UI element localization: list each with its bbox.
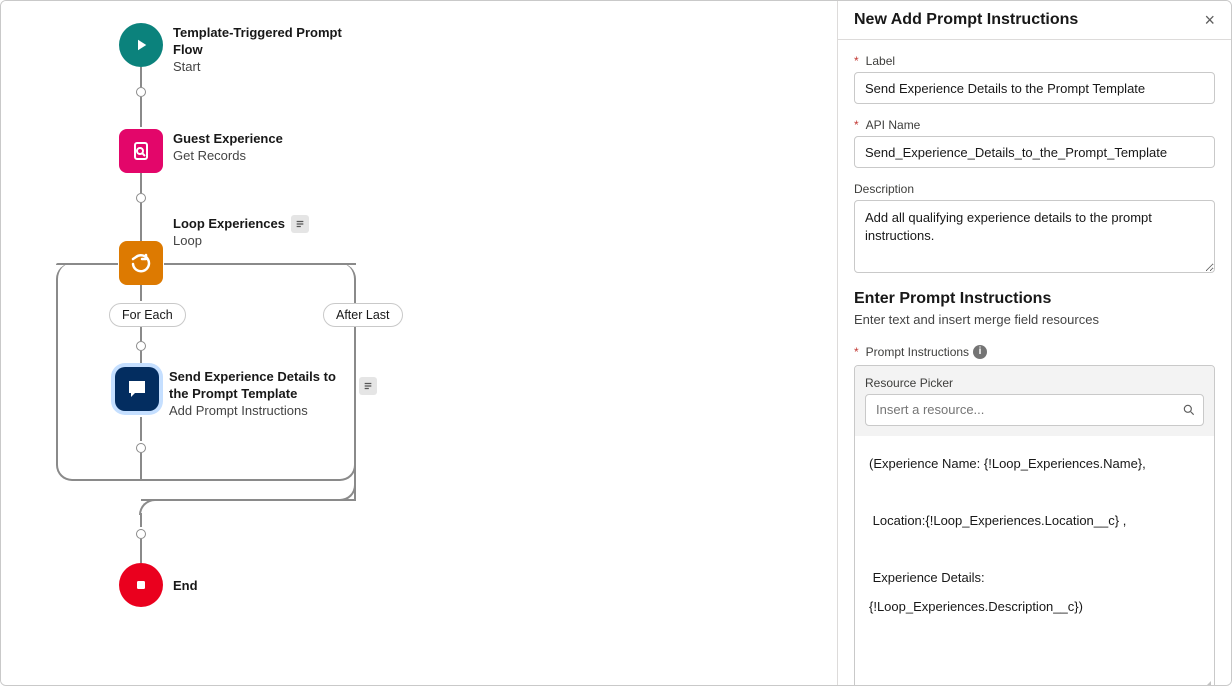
connector-line	[140, 327, 142, 341]
node-start[interactable]: Template-Triggered Prompt Flow Start	[119, 23, 363, 74]
node-get-records[interactable]: Guest Experience Get Records	[119, 129, 283, 173]
connector-line	[140, 173, 142, 193]
connector-line	[140, 539, 142, 563]
connector-line	[140, 67, 142, 87]
node-loop-title: Loop Experiences	[173, 216, 285, 233]
resource-picker-label: Resource Picker	[865, 376, 1204, 390]
connector-line	[140, 417, 142, 441]
properties-panel: New Add Prompt Instructions × Label API …	[837, 1, 1231, 685]
node-loop-label-block: Loop Experiences Loop	[173, 215, 309, 248]
panel-header: New Add Prompt Instructions ×	[838, 1, 1231, 40]
connector-dot[interactable]	[136, 87, 146, 97]
node-end-title: End	[173, 578, 198, 595]
connector-line	[140, 513, 142, 527]
panel-title: New Add Prompt Instructions	[854, 11, 1078, 29]
node-add-prompt[interactable]: Send Experience Details to the Prompt Te…	[115, 367, 377, 418]
clipboard-search-icon	[119, 129, 163, 173]
node-start-sub: Start	[173, 59, 363, 74]
section-title: Enter Prompt Instructions	[854, 290, 1215, 308]
label-label: Label	[854, 54, 1215, 68]
connector-dot[interactable]	[136, 529, 146, 539]
label-input[interactable]	[854, 72, 1215, 104]
search-icon	[1182, 403, 1196, 417]
section-subtitle: Enter text and insert merge field resour…	[854, 312, 1215, 327]
node-prompt-sub: Add Prompt Instructions	[169, 403, 349, 418]
text-list-icon	[291, 215, 309, 233]
connector-line	[140, 285, 142, 301]
connector-dot[interactable]	[136, 443, 146, 453]
info-icon[interactable]: i	[973, 345, 987, 359]
connector-line	[140, 203, 142, 243]
connector-line	[140, 351, 142, 367]
flow-canvas[interactable]: Template-Triggered Prompt Flow Start Gue…	[1, 1, 837, 685]
api-name-label: API Name	[854, 118, 1215, 132]
api-name-input[interactable]	[854, 136, 1215, 168]
prompt-instructions-label: Prompt Instructions i	[854, 345, 1215, 359]
connector-line	[141, 499, 356, 501]
resource-picker-input[interactable]	[865, 394, 1204, 426]
branch-for-each[interactable]: For Each	[109, 303, 186, 327]
node-record-title: Guest Experience	[173, 131, 283, 148]
prompt-body-text[interactable]: (Experience Name: {!Loop_Experiences.Nam…	[855, 436, 1214, 685]
connector-line	[140, 97, 142, 127]
stop-icon	[119, 563, 163, 607]
text-list-icon	[359, 377, 377, 395]
description-textarea[interactable]	[854, 200, 1215, 273]
description-label: Description	[854, 182, 1215, 196]
loop-top-left	[56, 263, 118, 265]
close-icon[interactable]: ×	[1204, 11, 1215, 29]
play-icon	[119, 23, 163, 67]
prompt-instructions-box: Resource Picker (Experience Name: {!Loop…	[854, 365, 1215, 685]
connector-dot[interactable]	[136, 193, 146, 203]
node-end[interactable]: End	[119, 563, 198, 607]
connector-line	[354, 327, 356, 499]
node-loop-sub: Loop	[173, 233, 309, 248]
node-start-title: Template-Triggered Prompt Flow	[173, 25, 363, 59]
branch-after-last[interactable]: After Last	[323, 303, 403, 327]
resize-handle[interactable]	[1201, 679, 1211, 685]
loop-top-right	[164, 263, 356, 265]
node-record-sub: Get Records	[173, 148, 283, 163]
connector-line	[140, 453, 142, 481]
node-prompt-title: Send Experience Details to the Prompt Te…	[169, 369, 349, 403]
app-frame: Template-Triggered Prompt Flow Start Gue…	[0, 0, 1232, 686]
chat-bubble-icon	[115, 367, 159, 411]
connector-dot[interactable]	[136, 341, 146, 351]
